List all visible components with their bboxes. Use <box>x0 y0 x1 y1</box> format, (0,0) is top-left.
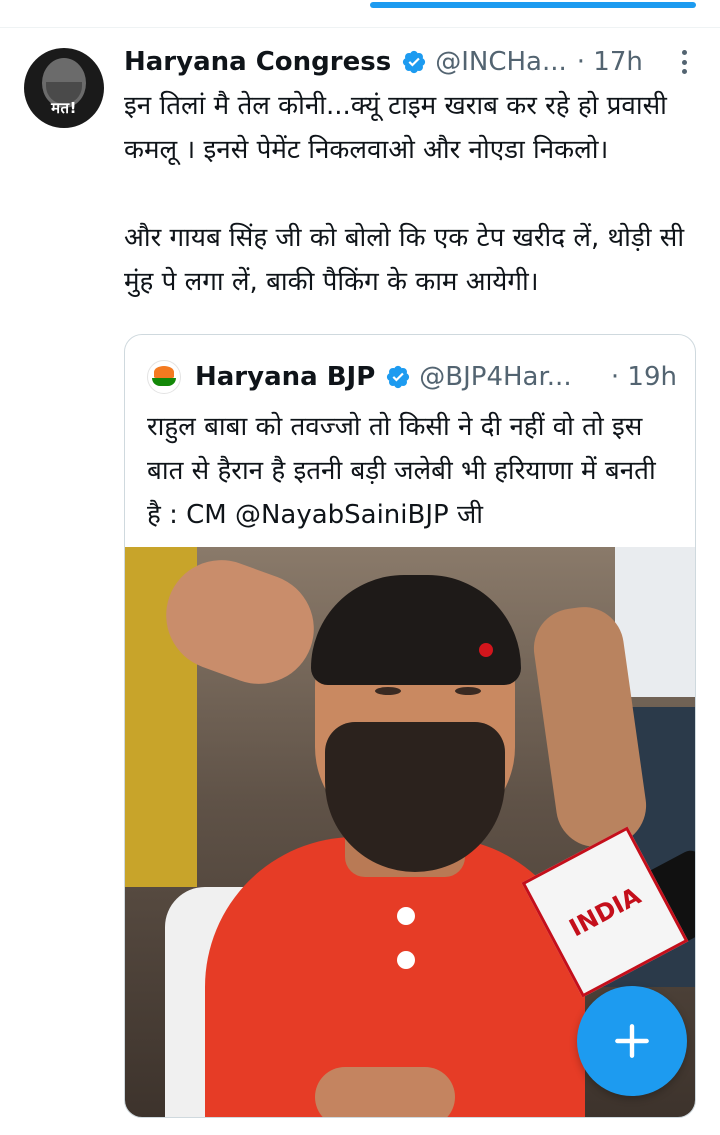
plus-icon <box>615 1024 649 1058</box>
tweet-timestamp[interactable]: · 17h <box>577 47 643 77</box>
tilak-mark <box>479 643 493 657</box>
jacket-button <box>397 951 415 969</box>
jacket-button <box>397 907 415 925</box>
more-dot <box>681 59 687 65</box>
divider <box>0 27 720 28</box>
author-handle[interactable]: @INCHa... <box>435 47 567 77</box>
quoted-tweet-header: Haryana BJP @BJP4Har... · 19h <box>147 355 677 399</box>
author-avatar[interactable]: मत! <box>24 48 104 128</box>
tweet-text: इन तिलां मै तेल कोनी...क्यूं टाइम खराब क… <box>124 91 685 297</box>
tweet-header: Haryana Congress @INCHa... · 17h <box>124 40 704 84</box>
quoted-tweet-text: राहुल बाबा को तवज्जो तो किसी ने दी नहीं … <box>147 412 656 530</box>
more-dot <box>681 69 687 74</box>
lotus-logo-icon <box>154 366 174 378</box>
eye <box>455 687 481 695</box>
scroll-indicator <box>370 2 696 8</box>
author-name[interactable]: Haryana Congress <box>124 47 391 77</box>
quoted-tweet-timestamp[interactable]: · 19h <box>611 362 677 392</box>
more-dot <box>681 50 687 55</box>
verified-badge-icon <box>403 50 426 74</box>
quoted-author-handle[interactable]: @BJP4Har... <box>419 362 571 392</box>
quoted-author-name[interactable]: Haryana BJP <box>195 362 375 392</box>
quoted-author-avatar[interactable] <box>147 360 181 394</box>
eye <box>375 687 401 695</box>
avatar-badge-text: मत! <box>51 99 77 117</box>
verified-badge-icon <box>387 365 410 389</box>
hand <box>315 1067 455 1117</box>
compose-button[interactable] <box>577 986 687 1096</box>
hair <box>311 575 521 685</box>
lotus-logo-base <box>152 378 176 386</box>
more-options-icon[interactable] <box>672 46 696 78</box>
